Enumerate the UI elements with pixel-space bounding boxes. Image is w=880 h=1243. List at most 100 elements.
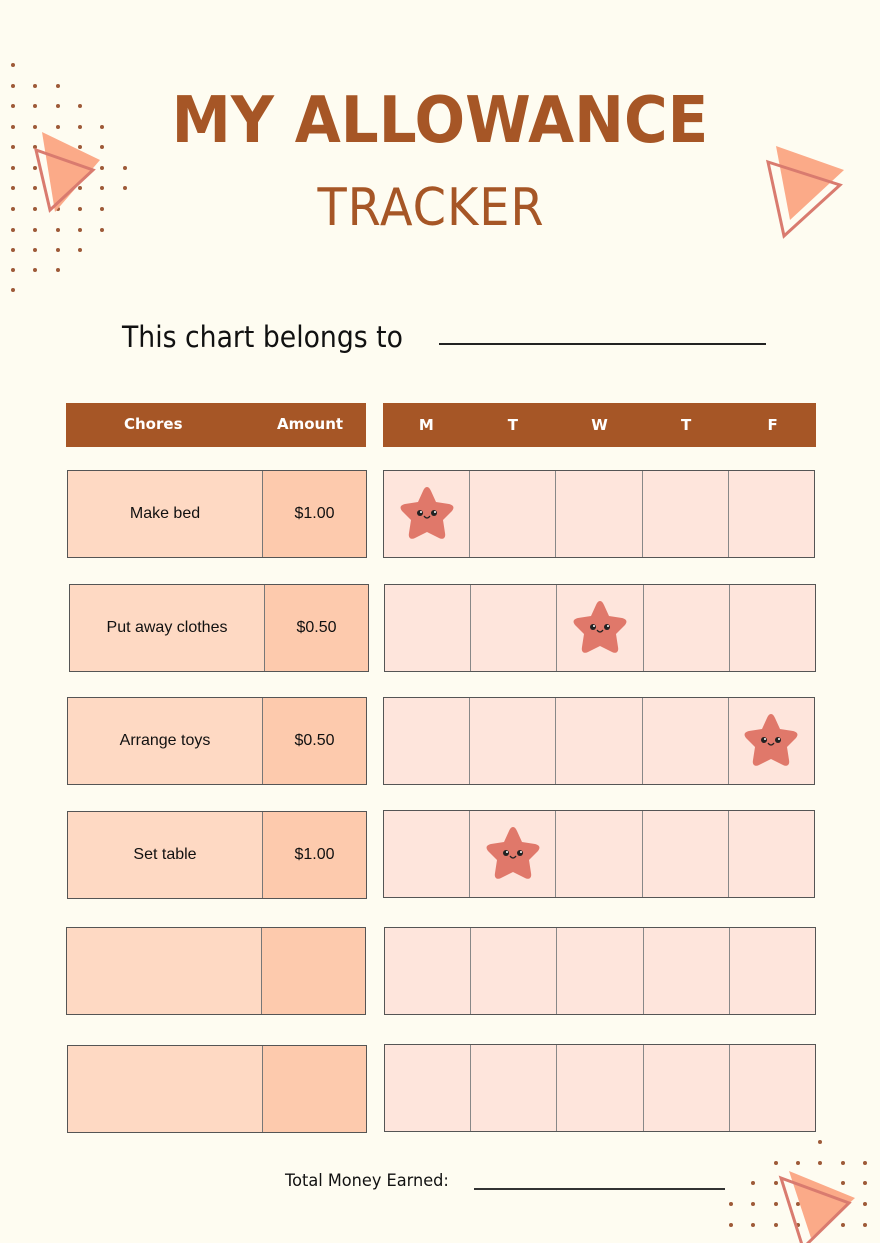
chore-amount-cell[interactable]: $0.50 — [263, 698, 366, 784]
decorative-dot — [11, 125, 15, 129]
chore-amount-cell[interactable] — [263, 1046, 366, 1132]
decorative-dot — [77, 248, 82, 252]
day-cell-mon[interactable] — [385, 585, 472, 671]
triangle-decoration-bottom-right — [778, 1171, 855, 1243]
day-cell-wed[interactable] — [557, 1045, 644, 1131]
day-cell-wed[interactable] — [557, 928, 644, 1014]
decorative-dot — [751, 1202, 755, 1206]
day-cell-tue[interactable] — [471, 928, 558, 1014]
days-header: M T W T F — [383, 403, 816, 447]
owner-label: This chart belongs to — [122, 320, 403, 354]
decorative-dot — [818, 1140, 822, 1144]
decorative-dot — [33, 248, 38, 252]
title-sub: TRACKER — [317, 178, 545, 238]
smiling-star-icon — [400, 487, 454, 539]
chore-row — [67, 1045, 367, 1133]
day-cell-mon[interactable] — [384, 811, 471, 897]
day-header-mon: M — [418, 416, 434, 434]
decorative-dot — [751, 1223, 755, 1227]
day-header-fri: F — [767, 416, 778, 434]
decorative-dot — [11, 186, 15, 190]
day-checks-row — [384, 584, 816, 672]
chore-name-cell[interactable]: Put away clothes — [70, 585, 265, 671]
chore-name-cell[interactable]: Set table — [68, 812, 263, 898]
smiling-star-icon — [573, 601, 627, 653]
day-cell-tue[interactable] — [470, 471, 557, 557]
title-main: MY ALLOWANCE — [171, 84, 709, 158]
chore-name-cell[interactable]: Arrange toys — [68, 698, 263, 784]
decorative-dot — [11, 268, 15, 272]
day-cell-wed[interactable] — [556, 811, 643, 897]
day-cell-wed[interactable] — [556, 471, 643, 557]
chore-name-cell[interactable] — [68, 1046, 263, 1132]
day-cell-thu[interactable] — [642, 811, 729, 897]
decorative-dot — [33, 268, 38, 272]
total-field[interactable] — [474, 1188, 725, 1190]
day-cell-thu[interactable] — [642, 698, 729, 784]
day-checks-row — [384, 1044, 816, 1132]
decorative-dot — [11, 63, 15, 67]
chore-row: Set table $1.00 — [67, 811, 367, 899]
smiling-star-icon — [486, 827, 540, 879]
decorative-dot — [841, 1161, 845, 1165]
decorative-dot — [818, 1161, 822, 1165]
decorative-dot — [55, 268, 60, 272]
day-cell-wed[interactable] — [556, 698, 643, 784]
chore-name-cell[interactable] — [67, 928, 262, 1014]
day-cell-fri[interactable] — [728, 471, 815, 557]
decorative-dot — [122, 166, 127, 170]
chore-row: Put away clothes $0.50 — [69, 584, 369, 672]
chores-column-header: Chores — [124, 415, 183, 433]
total-label: Total Money Earned: — [285, 1171, 449, 1191]
day-cell-tue[interactable] — [471, 1045, 558, 1131]
day-checks-row — [383, 810, 815, 898]
day-cell-fri[interactable] — [729, 928, 816, 1014]
day-cell-tue[interactable] — [470, 811, 557, 897]
chore-amount-cell[interactable]: $1.00 — [263, 812, 366, 898]
day-cell-fri[interactable] — [729, 585, 816, 671]
day-cell-thu[interactable] — [643, 585, 730, 671]
chore-row: Arrange toys $0.50 — [67, 697, 367, 785]
decorative-dot — [11, 288, 15, 292]
decorative-dot — [774, 1161, 778, 1165]
decorative-dot — [11, 228, 15, 232]
day-cell-fri[interactable] — [728, 698, 815, 784]
day-header-thu: T — [680, 416, 692, 434]
chore-name-cell[interactable]: Make bed — [68, 471, 263, 557]
day-header-wed: W — [591, 416, 608, 434]
chore-row — [66, 927, 366, 1015]
decorative-dot — [11, 207, 15, 211]
chore-amount-cell[interactable] — [262, 928, 365, 1014]
decorative-dot — [11, 145, 15, 149]
decorative-dot — [729, 1223, 733, 1227]
decorative-dot — [11, 166, 15, 170]
day-cell-fri[interactable] — [729, 1045, 816, 1131]
day-cell-tue[interactable] — [471, 585, 558, 671]
smiling-star-icon — [744, 714, 798, 766]
day-header-tue: T — [507, 416, 518, 434]
day-cell-fri[interactable] — [728, 811, 815, 897]
day-cell-mon[interactable] — [384, 471, 471, 557]
chore-amount-cell[interactable]: $1.00 — [263, 471, 366, 557]
decorative-dot — [55, 248, 60, 252]
decorative-dot — [729, 1202, 733, 1206]
decorative-dot — [751, 1181, 755, 1185]
day-checks-row — [383, 470, 815, 558]
owner-name-field[interactable] — [439, 343, 766, 345]
chores-header: Chores Amount — [66, 403, 366, 447]
day-cell-thu[interactable] — [642, 471, 729, 557]
day-cell-thu[interactable] — [643, 1045, 730, 1131]
day-checks-row — [384, 927, 816, 1015]
decorative-dot — [796, 1161, 800, 1165]
amount-column-header: Amount — [277, 415, 344, 433]
day-cell-tue[interactable] — [470, 698, 557, 784]
chore-amount-cell[interactable]: $0.50 — [265, 585, 368, 671]
day-cell-thu[interactable] — [643, 928, 730, 1014]
day-cell-mon[interactable] — [384, 698, 471, 784]
day-checks-row — [383, 697, 815, 785]
decorative-dot — [11, 104, 15, 108]
day-cell-wed[interactable] — [557, 585, 644, 671]
decorative-dot — [11, 84, 15, 88]
day-cell-mon[interactable] — [385, 928, 472, 1014]
day-cell-mon[interactable] — [385, 1045, 472, 1131]
